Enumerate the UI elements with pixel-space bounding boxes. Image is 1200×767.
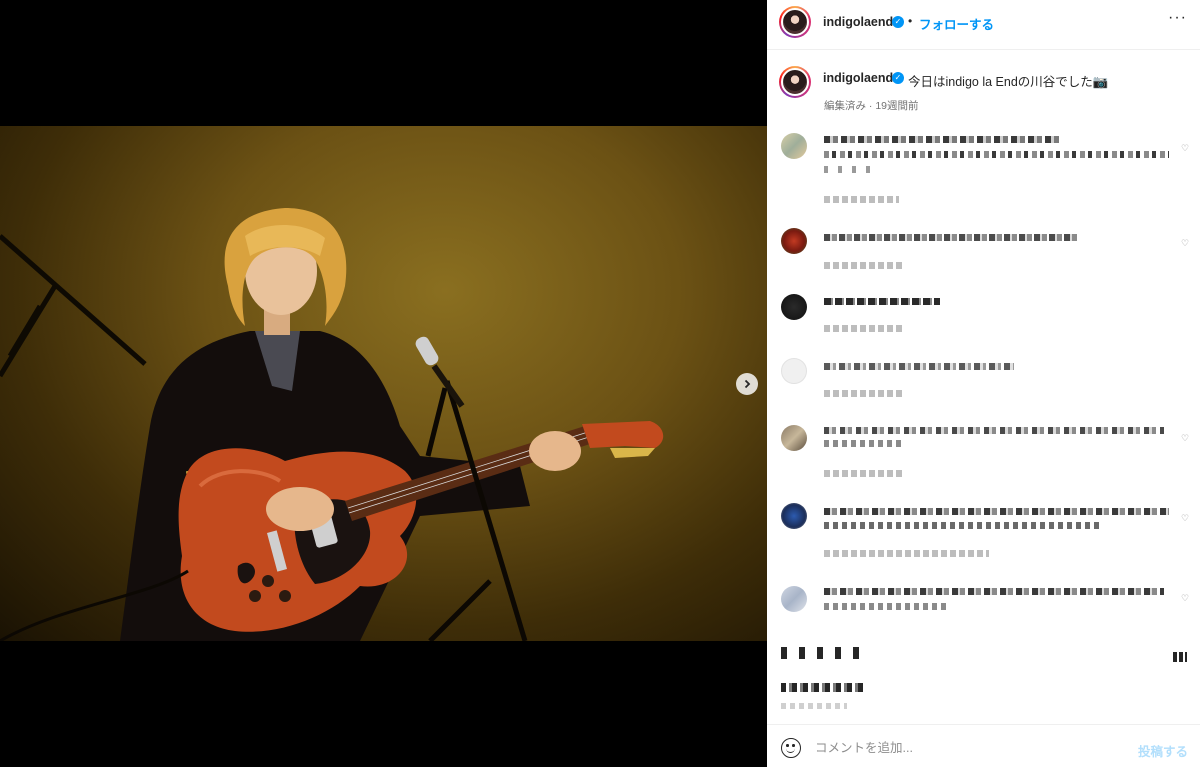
next-slide-button[interactable] [736,373,758,395]
pixelated-likes-count[interactable] [781,683,866,692]
caption-avatar[interactable] [779,66,811,98]
comment-composer: 投稿する [767,724,1200,767]
pixelated-comment-text [824,166,874,173]
caption-verified-badge-icon: ✓ [892,72,904,84]
pixelated-comment-meta [824,550,989,557]
pixelated-post-date [781,703,847,709]
pixelated-action-icons[interactable] [781,647,871,659]
emoji-smile-icon[interactable] [781,738,801,758]
like-icon[interactable]: ♡ [1181,513,1189,524]
commenter-avatar[interactable] [781,358,807,384]
caption-username[interactable]: indigolaend [823,71,893,85]
more-options-icon[interactable]: ··· [1168,9,1187,27]
commenter-avatar[interactable] [781,133,807,159]
pixelated-comment-text [824,508,1169,515]
author-avatar[interactable] [779,6,811,38]
caption-text: 今日はindigo la Endの川谷でした📷 [908,75,1109,89]
follow-button[interactable]: フォローする [919,14,994,33]
pixelated-comment-text [824,298,940,305]
pixelated-comment-text [824,136,1059,143]
post-header: indigolaend ✓ • フォローする ··· [767,0,1200,50]
header-separator: • [908,14,913,28]
pixelated-comment-text [824,234,1079,241]
like-icon[interactable]: ♡ [1181,143,1189,154]
pixelated-comment-text [824,427,1164,434]
pixelated-comment-meta [824,390,902,397]
pixelated-comment-text [824,522,1099,529]
pixelated-comment-text [824,363,1014,370]
author-username[interactable]: indigolaend [823,15,893,29]
post-sidebar: indigolaend ✓ • フォローする ··· indigolaend ✓… [767,0,1200,767]
commenter-avatar[interactable] [781,294,807,320]
commenter-avatar[interactable] [781,503,807,529]
like-icon[interactable]: ♡ [1181,238,1189,249]
pixelated-comment-text [824,151,1169,158]
like-icon[interactable]: ♡ [1181,433,1189,444]
commenter-avatar[interactable] [781,586,807,612]
pixelated-comment-meta [824,470,902,477]
pixelated-save-icon[interactable] [1173,652,1187,662]
pixelated-comment-text [824,440,904,447]
pixelated-comment-text [824,588,1164,595]
commenter-avatar[interactable] [781,228,807,254]
concert-guitarist-image [0,208,664,641]
comment-input[interactable] [815,738,1115,758]
pixelated-comment-meta [824,262,902,269]
pixelated-comment-meta [824,196,899,203]
caption-meta: 編集済み · 19週間前 [824,100,919,112]
chevron-right-icon [744,379,751,389]
post-photo[interactable] [0,126,767,641]
like-icon[interactable]: ♡ [1181,593,1189,604]
verified-badge-icon: ✓ [892,16,904,28]
post-media [0,0,767,767]
pixelated-comment-text [824,603,949,610]
pixelated-comment-meta [824,325,902,332]
post-comment-button[interactable]: 投稿する [1138,741,1188,760]
commenter-avatar[interactable] [781,425,807,451]
